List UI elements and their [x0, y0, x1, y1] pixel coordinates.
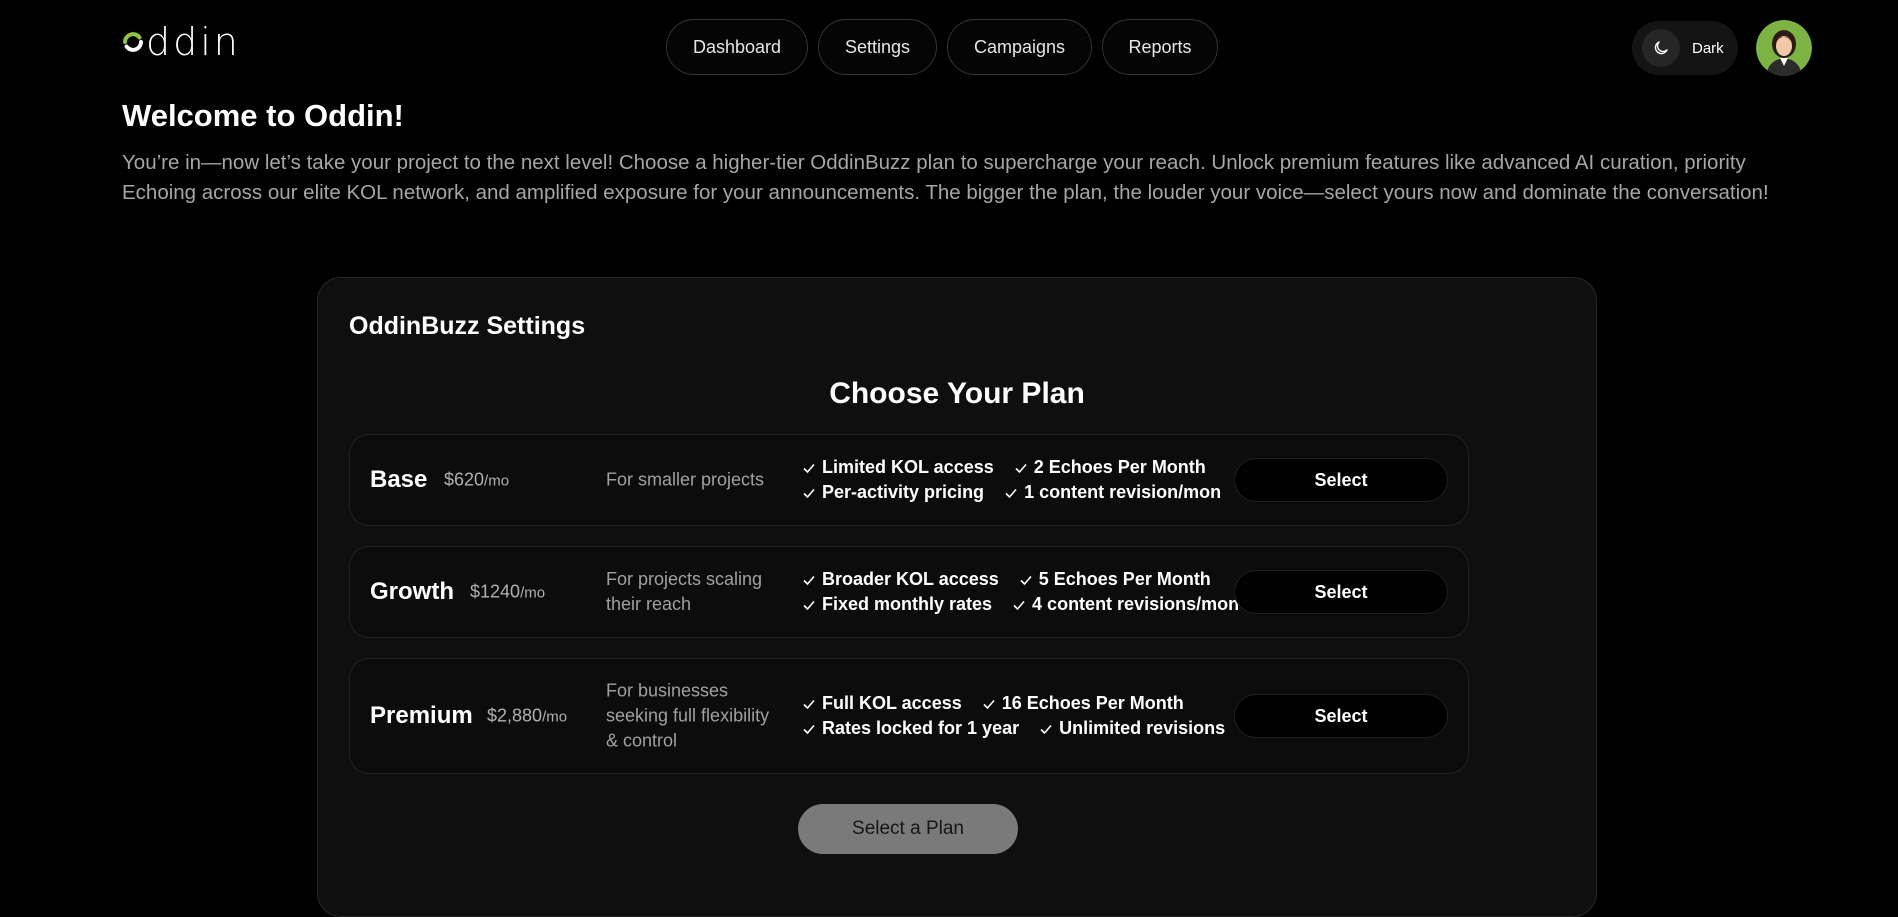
plan-features: Full KOL access 16 Echoes Per Month Rate… [802, 691, 1245, 741]
plan-description: For projects scaling their reach [606, 569, 763, 614]
feature-label: Full KOL access [822, 693, 962, 713]
plan-price-period: /mo [484, 472, 510, 490]
plan-price: $2,880/mo [487, 706, 567, 727]
plan-price-amount: $1240 [470, 581, 521, 602]
plan-features: Broader KOL access 5 Echoes Per Month Fi… [802, 567, 1259, 617]
avatar[interactable] [1756, 20, 1812, 76]
select-a-plan-button[interactable]: Select a Plan [798, 804, 1018, 854]
check-icon [1020, 575, 1032, 585]
nav-dashboard[interactable]: Dashboard [666, 19, 808, 75]
plan-price-amount: $2,880 [487, 705, 543, 726]
feature: Rates locked for 1 year [802, 718, 1019, 739]
oddin-logo[interactable]: ddin [122, 22, 241, 62]
feature-label: Rates locked for 1 year [822, 718, 1020, 738]
feature-label: Fixed monthly rates [822, 594, 993, 614]
feature: 4 content revisions/mon [1012, 594, 1239, 615]
plan-name: Growth [370, 578, 454, 605]
select-growth-button[interactable]: Select [1234, 570, 1448, 614]
theme-toggle[interactable]: Dark [1632, 21, 1738, 75]
feature: Broader KOL access [802, 569, 999, 590]
feature-label: 1 content revision/mon [1024, 482, 1222, 502]
feature-label: Per-activity pricing [822, 482, 985, 502]
feature: 16 Echoes Per Month [982, 693, 1184, 714]
check-icon [803, 463, 815, 473]
plan-heading: Choose Your Plan [829, 377, 1085, 410]
feature-label: 5 Echoes Per Month [1038, 569, 1211, 589]
oddinbuzz-settings-card: OddinBuzz Settings Choose Your Plan Base… [317, 277, 1597, 917]
check-icon [803, 600, 815, 610]
feature: Fixed monthly rates [802, 594, 992, 615]
feature-label: Broader KOL access [822, 569, 999, 589]
check-icon [1013, 600, 1025, 610]
feature: Unlimited revisions [1039, 718, 1225, 739]
check-icon [803, 724, 815, 734]
feature-label: Unlimited revisions [1059, 718, 1226, 738]
plan-description: For smaller projects [606, 469, 765, 490]
card-title: OddinBuzz Settings [349, 312, 586, 340]
select-base-button[interactable]: Select [1234, 458, 1448, 502]
top-nav: Dashboard Settings Campaigns Reports [666, 19, 1218, 75]
plan-price: $1240/mo [470, 582, 545, 603]
select-premium-button[interactable]: Select [1234, 694, 1448, 738]
feature: Limited KOL access [802, 457, 994, 478]
feature-label: 2 Echoes Per Month [1033, 457, 1206, 477]
plan-base: Base $620/mo For smaller projects Limite… [349, 434, 1469, 526]
feature: 1 content revision/mon [1004, 482, 1221, 503]
feature-label: Limited KOL access [822, 457, 994, 477]
check-icon [983, 699, 995, 709]
moon-icon [1642, 29, 1680, 67]
check-icon [1015, 463, 1027, 473]
feature-label: 16 Echoes Per Month [1001, 693, 1184, 713]
plan-price-period: /mo [542, 708, 568, 726]
check-icon [803, 575, 815, 585]
theme-label: Dark [1692, 39, 1724, 57]
plan-growth: Growth $1240/mo For projects scaling the… [349, 546, 1469, 638]
logo-mark-icon [122, 31, 144, 53]
page-title: Welcome to Oddin! [122, 98, 404, 133]
plan-price-period: /mo [520, 584, 546, 602]
feature: Per-activity pricing [802, 482, 984, 503]
check-icon [803, 699, 815, 709]
nav-campaigns[interactable]: Campaigns [947, 19, 1092, 75]
plan-premium: Premium $2,880/mo For businesses seeking… [349, 658, 1469, 774]
plan-price-amount: $620 [444, 469, 485, 490]
plan-price: $620/mo [444, 470, 509, 491]
check-icon [803, 488, 815, 498]
welcome-text: You’re in—now let’s take your project to… [122, 151, 1769, 204]
plan-name: Premium [370, 702, 473, 729]
plan-features: Limited KOL access 2 Echoes Per Month Pe… [802, 455, 1241, 505]
plan-name: Base [370, 466, 428, 493]
feature: 2 Echoes Per Month [1014, 457, 1206, 478]
check-icon [1005, 488, 1017, 498]
plan-description: For businesses seeking full flexibility … [606, 680, 770, 751]
logo-text: ddin [146, 20, 241, 64]
check-icon [1040, 724, 1052, 734]
nav-settings[interactable]: Settings [818, 19, 937, 75]
nav-reports[interactable]: Reports [1102, 19, 1218, 75]
feature: 5 Echoes Per Month [1019, 569, 1211, 590]
feature-label: 4 content revisions/mon [1032, 594, 1240, 614]
feature: Full KOL access [802, 693, 962, 714]
